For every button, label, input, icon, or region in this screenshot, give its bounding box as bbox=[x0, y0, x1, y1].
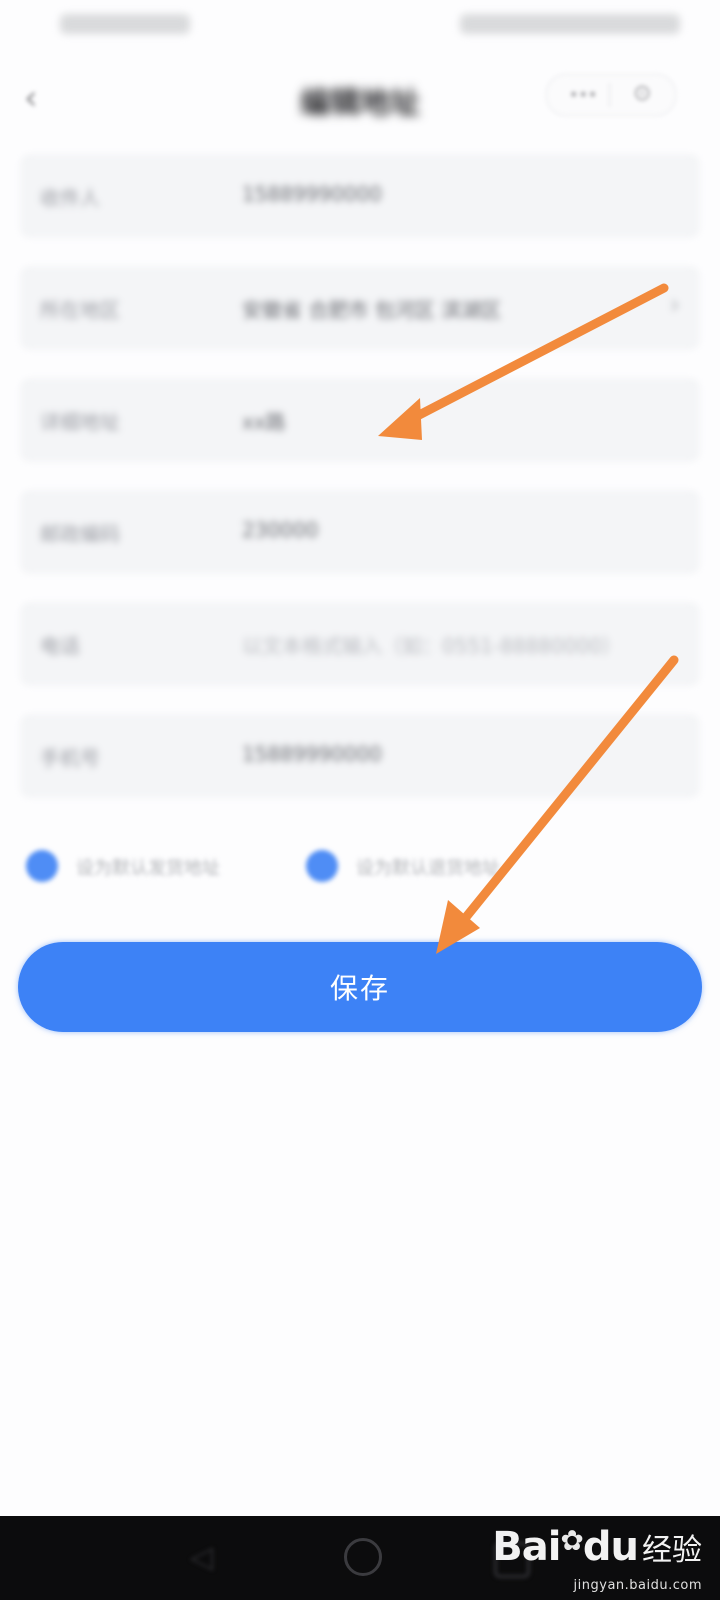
postcode-input[interactable]: 230000 bbox=[242, 518, 318, 542]
field-recipient[interactable]: 收件人 15889990000 bbox=[20, 154, 700, 238]
phone-input[interactable]: 以文本格式输入（如：0551-88880000） bbox=[242, 630, 622, 659]
checkbox-checked-icon bbox=[26, 850, 58, 882]
checkbox-label: 设为默认退货地址 bbox=[356, 858, 500, 879]
status-bar-left-icons bbox=[60, 14, 190, 34]
field-label: 手机号 bbox=[40, 746, 100, 770]
system-nav-bar: ◁ Bai✿du 经验 jingyan.baidu.com bbox=[0, 1516, 720, 1600]
miniprogram-capsule: ••• ⊙ bbox=[546, 74, 676, 116]
default-options: 设为默认发货地址 设为默认退货地址 bbox=[26, 846, 706, 886]
field-label: 详细地址 bbox=[40, 410, 120, 434]
watermark-url: jingyan.baidu.com bbox=[573, 1578, 702, 1593]
checkbox-label: 设为默认发货地址 bbox=[76, 858, 220, 879]
field-detail-address[interactable]: 详细地址 xx路 bbox=[20, 378, 700, 462]
close-circle-icon[interactable]: ⊙ bbox=[633, 81, 651, 106]
paw-icon: ✿ bbox=[560, 1524, 583, 1557]
field-label: 所在地区 bbox=[40, 298, 120, 322]
mobile-input[interactable]: 15889990000 bbox=[242, 742, 382, 766]
status-bar bbox=[0, 0, 720, 58]
recipient-input[interactable]: 15889990000 bbox=[242, 182, 382, 206]
watermark-logo-suffix: du bbox=[582, 1524, 639, 1570]
field-label: 邮政编码 bbox=[40, 522, 120, 546]
save-button[interactable]: 保存 bbox=[18, 942, 702, 1032]
detail-address-input[interactable]: xx路 bbox=[242, 406, 286, 435]
watermark-logo: Bai✿du bbox=[492, 1524, 639, 1570]
field-mobile[interactable]: 手机号 15889990000 bbox=[20, 714, 700, 798]
field-label: 收件人 bbox=[40, 186, 100, 210]
address-form: 收件人 15889990000 所在地区 安徽省 合肥市 包河区 滨湖区 › 详… bbox=[20, 154, 700, 826]
capsule-divider bbox=[609, 83, 610, 107]
chevron-right-icon: › bbox=[669, 290, 680, 320]
nav-header: ‹ 编辑地址 ••• ⊙ bbox=[0, 58, 720, 134]
watermark-name: 经验 bbox=[642, 1533, 702, 1568]
more-dots-icon[interactable]: ••• bbox=[569, 85, 597, 104]
region-select[interactable]: 安徽省 合肥市 包河区 滨湖区 bbox=[242, 294, 501, 323]
field-label: 电话 bbox=[40, 634, 80, 658]
field-phone[interactable]: 电话 以文本格式输入（如：0551-88880000） bbox=[20, 602, 700, 686]
nav-back-triangle-icon[interactable]: ◁ bbox=[190, 1540, 226, 1576]
status-bar-right-icons bbox=[460, 14, 680, 34]
field-region[interactable]: 所在地区 安徽省 合肥市 包河区 滨湖区 › bbox=[20, 266, 700, 350]
baidu-jingyan-watermark: Bai✿du 经验 jingyan.baidu.com bbox=[492, 1524, 702, 1593]
nav-home-circle-icon[interactable] bbox=[344, 1538, 382, 1576]
checkbox-checked-icon bbox=[306, 850, 338, 882]
watermark-logo-text: Bai bbox=[492, 1524, 561, 1570]
field-postcode[interactable]: 邮政编码 230000 bbox=[20, 490, 700, 574]
